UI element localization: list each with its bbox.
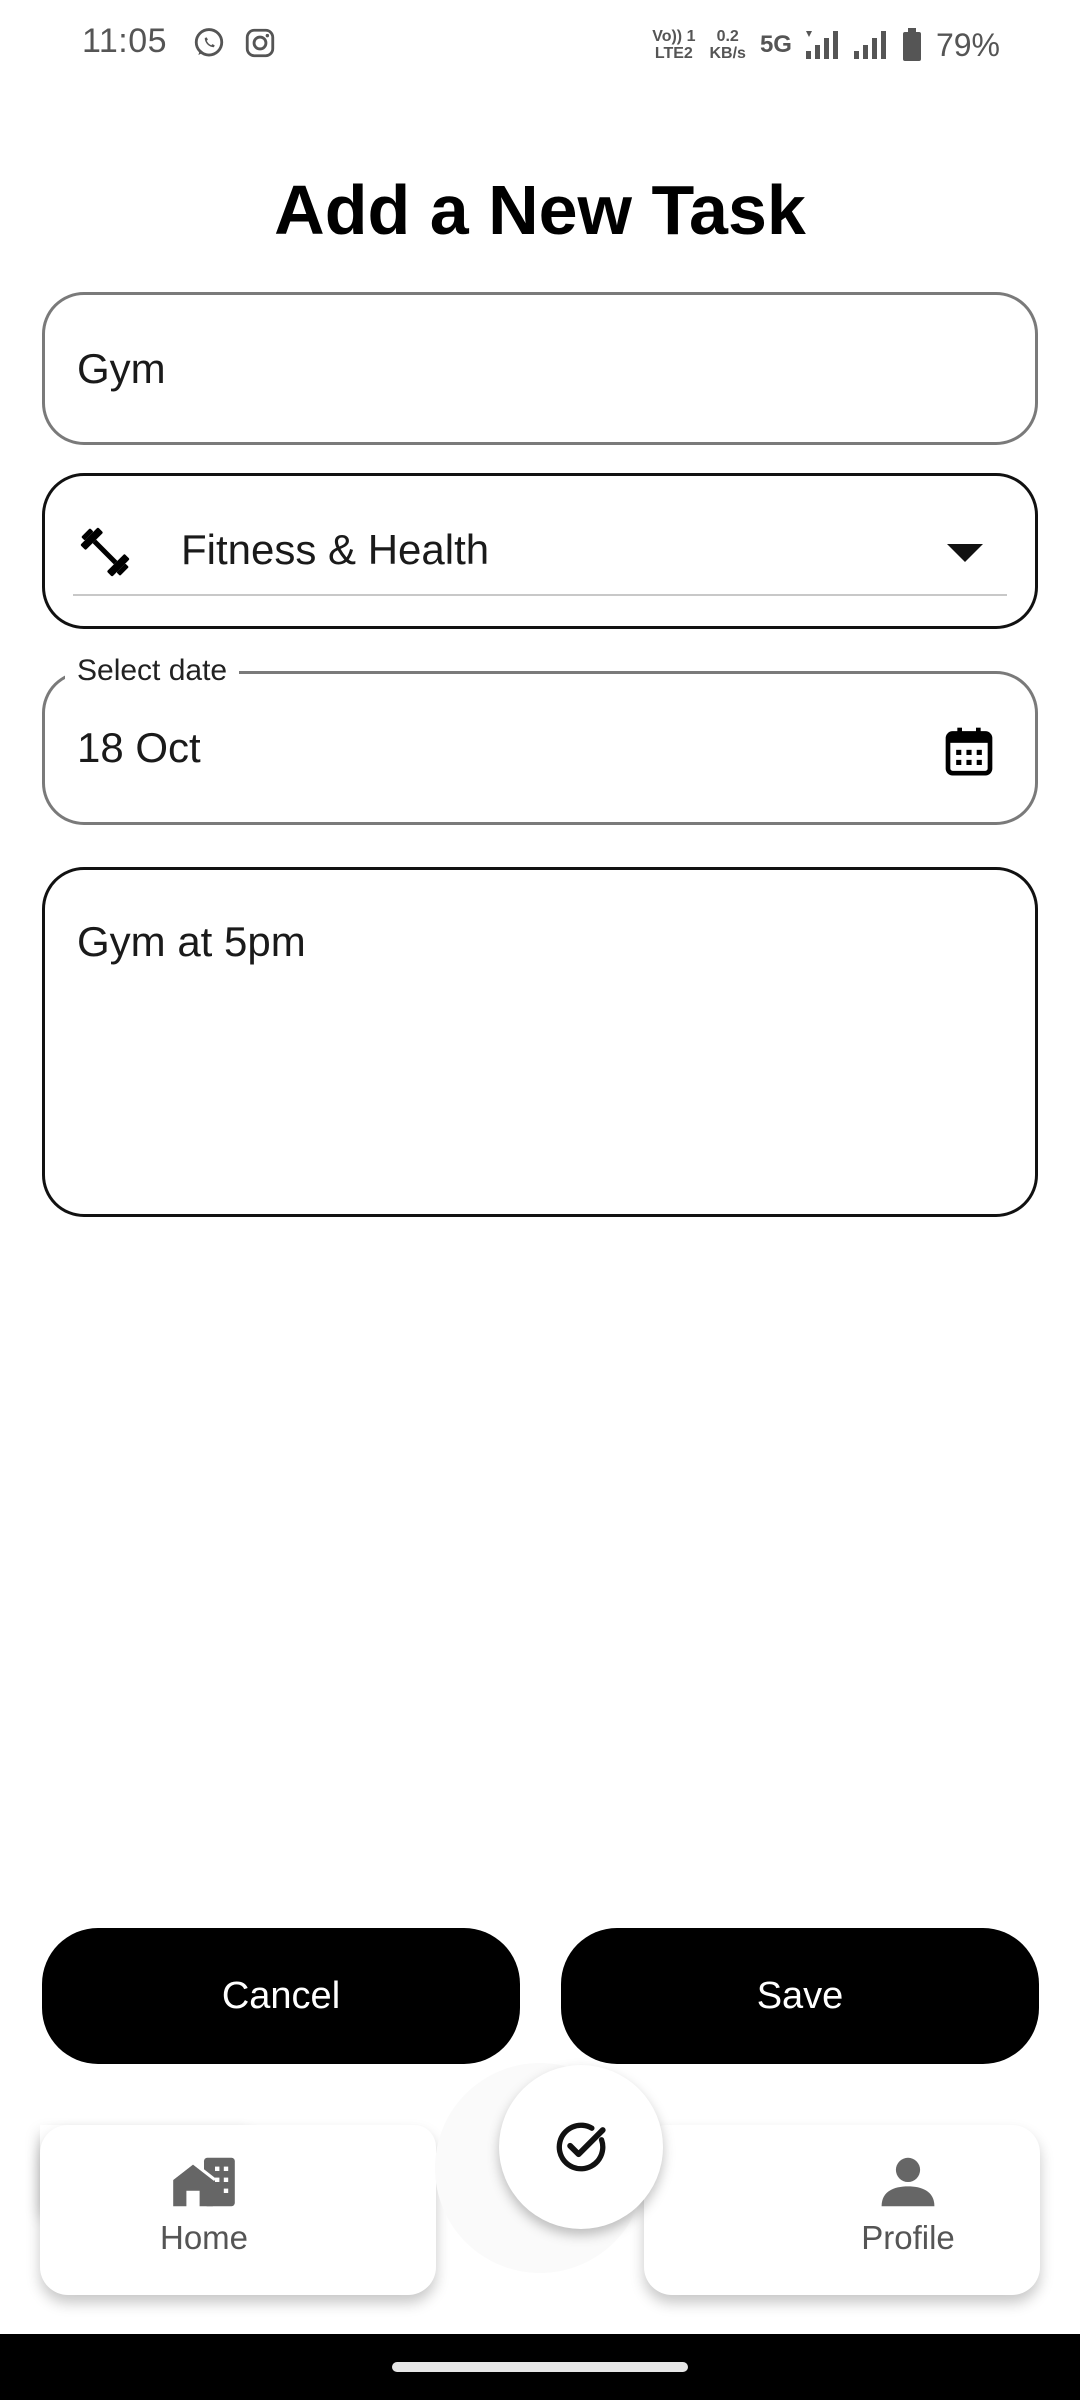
home-icon	[171, 2157, 235, 2207]
volte-line1: Vo)) 1	[652, 28, 696, 45]
category-selected: Fitness & Health	[181, 526, 490, 573]
system-navigation-bar	[0, 2334, 1080, 2400]
status-time: 11:05	[82, 22, 168, 60]
date-value: 18 Oct	[77, 724, 201, 771]
volte-indicator: Vo)) 1 LTE2	[652, 28, 695, 62]
nav-item-profile[interactable]: Profile	[808, 2155, 1008, 2257]
nav-item-home[interactable]: Home	[104, 2155, 304, 2257]
dumbbell-icon	[80, 527, 130, 577]
status-bar: 11:05 Vo)) 1 LTE2 0.2 KB/s 5G 79%	[0, 0, 1080, 90]
network-type: 5G	[759, 31, 792, 58]
volte-line2: LTE2	[654, 45, 693, 62]
page-title: Add a New Task	[274, 171, 806, 249]
signal-icon-2	[853, 31, 886, 59]
nav-label-profile: Profile	[861, 2219, 955, 2256]
cancel-button[interactable]: Cancel	[42, 1928, 520, 2064]
calendar-icon[interactable]	[941, 722, 997, 780]
signal-icon-1	[805, 31, 838, 59]
chevron-down-icon	[947, 544, 983, 562]
person-icon	[881, 2157, 935, 2207]
save-button[interactable]: Save	[561, 1928, 1039, 2064]
nav-label-home: Home	[159, 2219, 249, 2256]
battery-icon	[902, 28, 921, 61]
status-indicators: Vo)) 1 LTE2 0.2 KB/s 5G 79%	[652, 20, 1000, 70]
task-name-input[interactable]: Gym	[42, 292, 1038, 445]
home-indicator[interactable]	[392, 2362, 688, 2372]
speed-unit: KB/s	[709, 45, 746, 62]
task-notes-textarea[interactable]: Gym at 5pm	[42, 867, 1038, 1217]
instagram-icon	[245, 28, 275, 58]
network-speed: 0.2 KB/s	[709, 28, 745, 62]
category-dropdown[interactable]: Fitness & Health	[42, 473, 1038, 629]
speed-value: 0.2	[716, 28, 739, 45]
task-notes-value: Gym at 5pm	[77, 918, 306, 965]
add-task-screen: 11:05 Vo)) 1 LTE2 0.2 KB/s 5G 79% Add a …	[0, 0, 1080, 2400]
complete-task-fab[interactable]	[499, 2065, 663, 2229]
check-circle-icon	[556, 2122, 606, 2172]
date-label: Select date	[65, 654, 240, 688]
battery-percent: 79%	[935, 26, 1000, 63]
date-picker-field[interactable]: Select date 18 Oct	[42, 654, 1038, 825]
bottom-navigation: Home Profile	[40, 2063, 1040, 2295]
task-name-value: Gym	[77, 345, 166, 392]
dropdown-underline	[73, 594, 1007, 596]
whatsapp-icon	[194, 28, 224, 57]
